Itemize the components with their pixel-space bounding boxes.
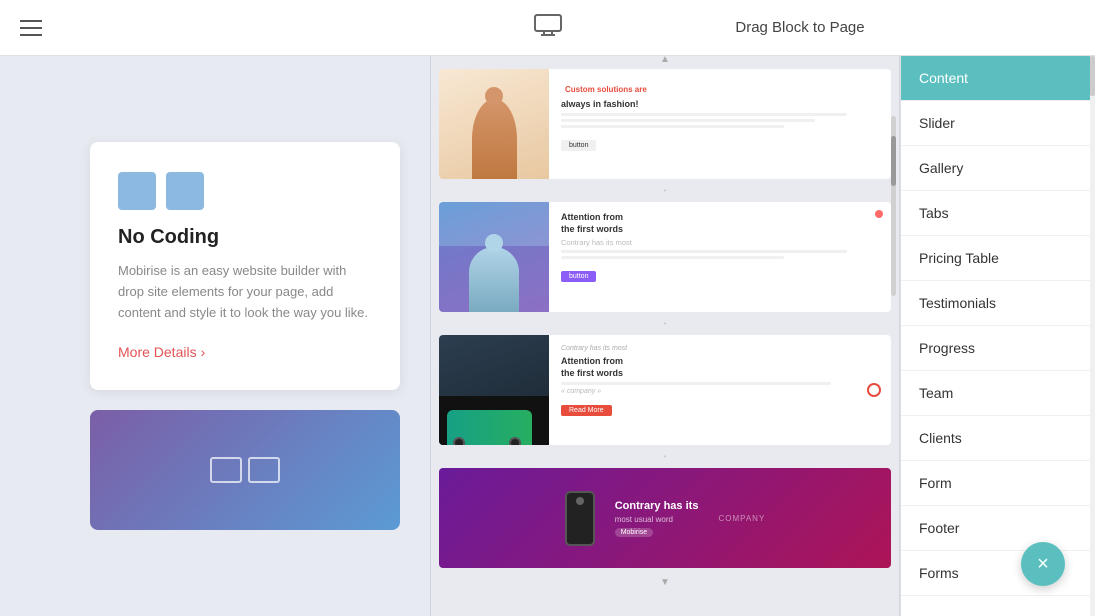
drag-block-label: Drag Block to Page	[600, 19, 1000, 36]
sidebar-item-content[interactable]: Content	[901, 56, 1095, 101]
top-bar: Drag Block to Page	[0, 0, 1095, 56]
card-title: No Coding	[118, 226, 372, 249]
wide-main-text: Contrary has its	[615, 500, 699, 512]
wide-phone-icon	[565, 491, 595, 546]
bottom-card	[90, 410, 400, 530]
fashion-title: always in fashion!	[561, 99, 879, 109]
scroll-top: ▲	[431, 56, 899, 64]
sidebar-item-tabs[interactable]: Tabs	[901, 191, 1095, 236]
arrow-icon: ›	[201, 344, 206, 360]
attention-blue-text: Attention from the first words Contrary …	[549, 202, 891, 312]
attention-blue-title: Attention from	[561, 212, 879, 222]
preview-card-attention-dark[interactable]: Contrary has its most Attention from the…	[439, 335, 891, 445]
left-panel-inner: No Coding Mobirise is an easy website bu…	[150, 142, 400, 529]
fashion-button[interactable]: button	[561, 140, 596, 151]
center-scroll-thumb	[891, 136, 896, 186]
card-icons	[118, 172, 372, 210]
fashion-tag: Custom solutions are	[561, 84, 651, 95]
sidebar-item-progress[interactable]: Progress	[901, 326, 1095, 371]
card-icon-2	[166, 172, 204, 210]
thumb-attention-dark	[439, 335, 549, 445]
more-details-link[interactable]: More Details ›	[118, 344, 372, 360]
sidebar-item-team[interactable]: Team	[901, 371, 1095, 416]
wide-card-content	[565, 491, 595, 546]
circle-accent	[867, 383, 881, 397]
dot-sep-2: •	[431, 319, 899, 328]
wide-logo: company	[718, 514, 765, 523]
attention-dark-button[interactable]: Read More	[561, 405, 612, 416]
thumb-attention-blue	[439, 202, 549, 312]
sidebar-scroll-thumb	[1090, 56, 1095, 96]
preview-card-attention-blue[interactable]: Attention from the first words Contrary …	[439, 202, 891, 312]
wide-tag: Mobirise	[615, 528, 653, 537]
attention-blue-button[interactable]: button	[561, 271, 596, 282]
fab-close-button[interactable]: ×	[1021, 542, 1065, 586]
sidebar-item-slider[interactable]: Slider	[901, 101, 1095, 146]
fashion-text: Custom solutions are always in fashion! …	[549, 69, 891, 179]
center-scrollbar[interactable]	[891, 116, 896, 296]
right-sidebar: Content Slider Gallery Tabs Pricing Tabl…	[900, 56, 1095, 616]
scroll-bottom: ▼	[431, 573, 899, 592]
sidebar-item-pricing-table[interactable]: Pricing Table	[901, 236, 1095, 281]
center-panel: ▲ Custom solutions are always in fashion…	[430, 56, 900, 616]
wide-logo-area: company	[718, 514, 765, 523]
left-panel: No Coding Mobirise is an easy website bu…	[0, 56, 430, 616]
main-area: No Coding Mobirise is an easy website bu…	[0, 56, 1095, 616]
card-icon-1	[118, 172, 156, 210]
sidebar-item-testimonials[interactable]: Testimonials	[901, 281, 1095, 326]
device-icons	[210, 457, 280, 483]
sidebar-item-form[interactable]: Form	[901, 461, 1095, 506]
card-body: Mobirise is an easy website builder with…	[118, 261, 372, 323]
sidebar-scrollbar-track	[1090, 56, 1095, 616]
sidebar-item-gallery[interactable]: Gallery	[901, 146, 1095, 191]
hamburger-button[interactable]	[20, 20, 42, 36]
sidebar-item-forms[interactable]: Forms	[901, 551, 1095, 596]
attention-dark-text: Contrary has its most Attention from the…	[549, 335, 891, 445]
preview-card-fashion[interactable]: Custom solutions are always in fashion! …	[439, 69, 891, 179]
thumb-fashion	[439, 69, 549, 179]
sidebar-item-clients[interactable]: Clients	[901, 416, 1095, 461]
x-icon: ×	[1037, 554, 1049, 574]
monitor-icon[interactable]	[534, 14, 562, 42]
dot-accent-blue	[875, 210, 883, 218]
wide-text: Contrary has its most usual word Mobiris…	[615, 500, 699, 537]
dot-sep-3: •	[431, 452, 899, 461]
sidebar-item-footer[interactable]: Footer	[901, 506, 1095, 551]
preview-card-wide[interactable]: Contrary has its most usual word Mobiris…	[439, 468, 891, 568]
dot-sep-1: •	[431, 186, 899, 195]
content-card: No Coding Mobirise is an easy website bu…	[90, 142, 400, 389]
